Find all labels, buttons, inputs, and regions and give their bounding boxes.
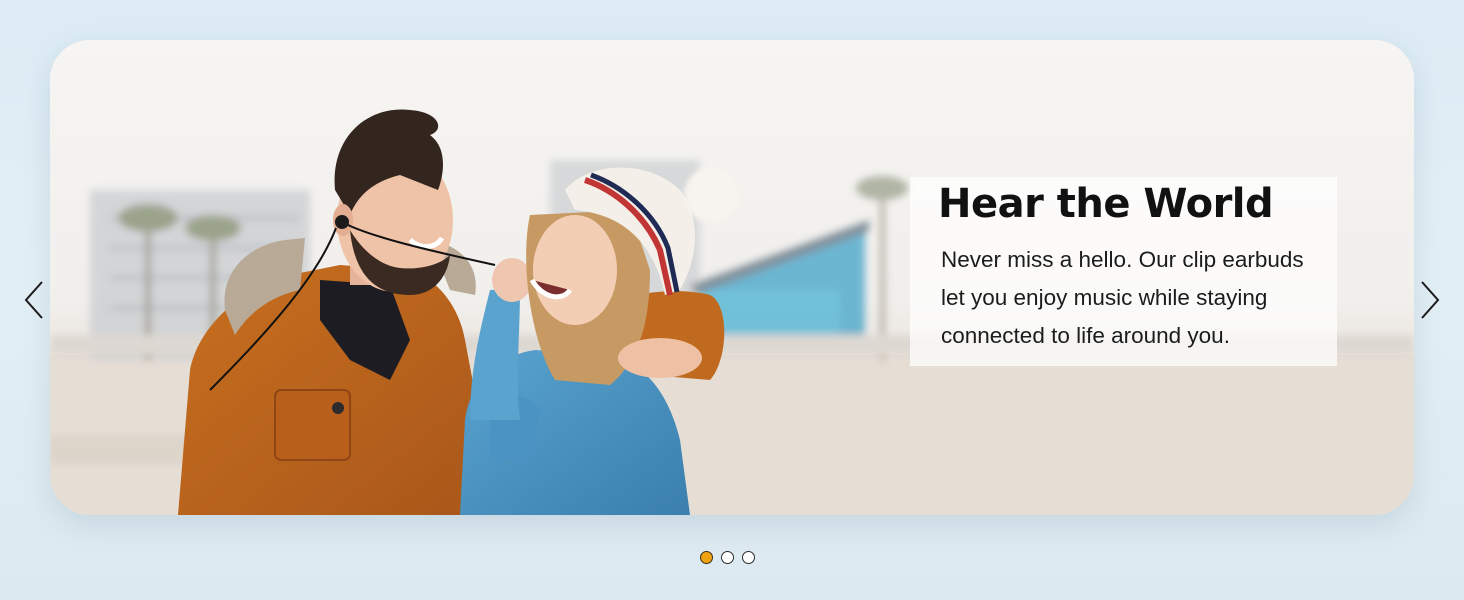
carousel-pagination <box>700 551 755 564</box>
carousel-prev-button[interactable] <box>20 278 48 322</box>
slide-description: Never miss a hello. Our clip earbuds let… <box>941 247 1304 348</box>
slide-title: Hear the World <box>938 181 1274 227</box>
carousel-next-button[interactable] <box>1416 278 1444 322</box>
carousel-dot-1[interactable] <box>700 551 713 564</box>
carousel-slide: Hear the World Never miss a hello. Our c… <box>50 40 1414 515</box>
carousel-dot-3[interactable] <box>742 551 755 564</box>
chevron-right-icon <box>1421 281 1440 319</box>
chevron-left-icon <box>24 281 43 319</box>
carousel-dot-2[interactable] <box>721 551 734 564</box>
slide-caption-panel: Hear the World Never miss a hello. Our c… <box>910 177 1337 366</box>
